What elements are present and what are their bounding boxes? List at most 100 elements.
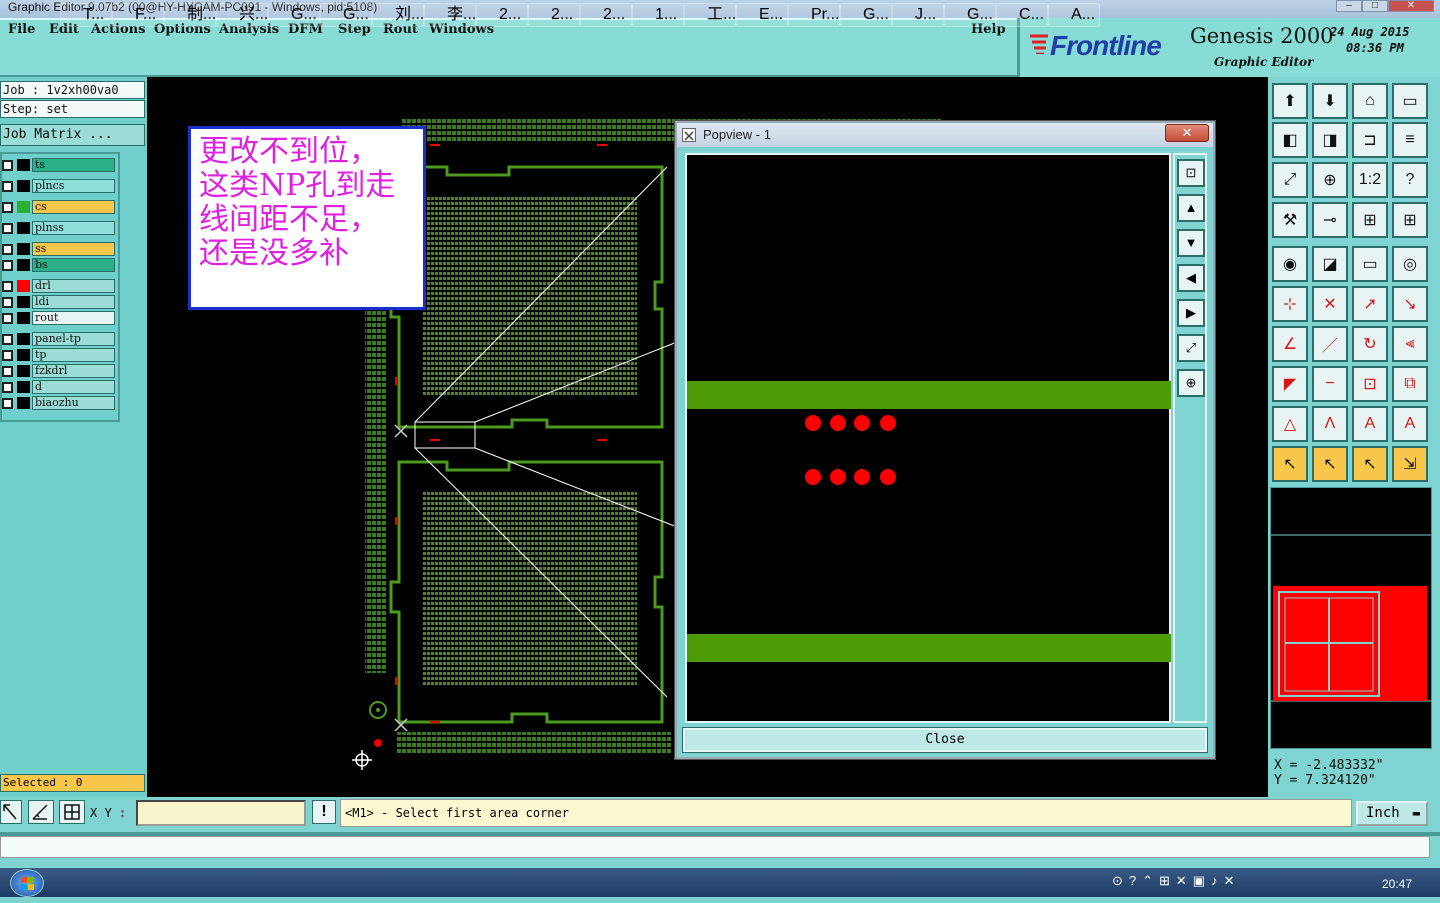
units-selector[interactable]: Inch ▬ [1356, 801, 1428, 826]
add-pad-icon[interactable]: ⊹ [1272, 286, 1308, 322]
segment-icon[interactable]: − [1312, 366, 1348, 402]
layer-checkbox[interactable] [2, 334, 13, 345]
taskbar-item[interactable]: 制... [164, 3, 216, 27]
layer-checkbox[interactable] [2, 313, 13, 324]
draw-line-icon[interactable]: ／ [1312, 326, 1348, 362]
select-area-icon[interactable]: ◪ [1312, 246, 1348, 282]
layer-row-fzkdrl[interactable]: fzkdrl [0, 363, 118, 378]
taskbar-item[interactable]: E... [736, 3, 788, 27]
layer-row-ldi[interactable]: ldi [0, 294, 118, 309]
polygon-icon[interactable]: ◤ [1272, 366, 1308, 402]
home-icon[interactable]: ⌂ [1352, 83, 1388, 119]
netlist-alt-icon[interactable]: ⊞ [1392, 202, 1428, 238]
taskbar-item[interactable]: 1... [632, 3, 684, 27]
pan-left-icon[interactable]: ◧ [1272, 122, 1308, 158]
taskbar-item[interactable]: 2... [476, 3, 528, 27]
layer-row-tp[interactable]: tp [0, 347, 118, 362]
pointer-circle-icon[interactable]: ↖ [1352, 446, 1388, 482]
pop-center-icon[interactable]: ⊕ [1177, 369, 1205, 397]
layer-row-cs[interactable]: cs [0, 199, 118, 214]
layer-checkbox[interactable] [2, 223, 13, 234]
layer-checkbox[interactable] [2, 398, 13, 409]
select-mode-icon[interactable] [0, 800, 22, 824]
pad-icon[interactable]: ◎ [1392, 246, 1428, 282]
full-view-icon[interactable]: ⤢ [1272, 162, 1308, 198]
pointer-icon[interactable]: ↖ [1272, 446, 1308, 482]
taskbar-item[interactable]: 2... [528, 3, 580, 27]
triangle-icon[interactable]: △ [1272, 406, 1308, 442]
pop-fit-icon[interactable]: ⤢ [1177, 334, 1205, 362]
popview-canvas[interactable] [685, 153, 1171, 723]
layer-checkbox[interactable] [2, 244, 13, 255]
layer-row-biaozhu[interactable]: biaozhu [0, 395, 118, 410]
job-matrix-button[interactable]: Job Matrix ... [0, 124, 145, 146]
menu-file[interactable]: File [8, 22, 35, 37]
taskbar-item[interactable]: 刘... [372, 3, 424, 27]
system-tray-icons[interactable]: ⊙?⌃⊞✕▣♪✕ [1112, 873, 1382, 893]
close-window-button[interactable]: ✕ [1388, 0, 1434, 12]
layer-row-panel-tp[interactable]: panel-tp [0, 331, 118, 346]
pop-pan-left-icon[interactable]: ◀ [1177, 264, 1205, 292]
layer-row-ss[interactable]: ss [0, 241, 118, 256]
snap-center-icon[interactable]: ◉ [1272, 246, 1308, 282]
measure-icon[interactable] [28, 800, 54, 824]
window-icon[interactable]: ▭ [1392, 83, 1428, 119]
taskbar-item[interactable]: C... [996, 3, 1048, 27]
pop-zoom-out-icon[interactable]: ▲ [1177, 194, 1205, 222]
taskbar-item[interactable]: J... [892, 3, 944, 27]
center-view-icon[interactable]: ⊕ [1312, 162, 1348, 198]
layers-view-icon[interactable]: ≡ [1392, 122, 1428, 158]
layer-row-rout[interactable]: rout [0, 310, 118, 325]
maximize-button[interactable]: □ [1362, 0, 1388, 12]
transform-icon[interactable]: ⊡ [1352, 366, 1388, 402]
angle-a-icon[interactable]: Λ [1312, 406, 1348, 442]
xy-input[interactable] [136, 800, 306, 826]
arc-icon[interactable]: ↻ [1352, 326, 1388, 362]
pop-pan-right-icon[interactable]: ▶ [1177, 299, 1205, 327]
layer-checkbox[interactable] [2, 202, 13, 213]
taskbar-item[interactable]: Pr... [788, 3, 840, 27]
zoom-out-icon[interactable]: ⬇ [1312, 83, 1348, 119]
taskbar-item[interactable]: 李... [424, 3, 476, 27]
popview-close-icon[interactable]: ✕ [1165, 124, 1209, 142]
pointer-route-icon[interactable]: ⇲ [1392, 446, 1428, 482]
taskbar-item[interactable]: G... [944, 3, 996, 27]
layer-checkbox[interactable] [2, 382, 13, 393]
angle-b-icon[interactable]: A [1352, 406, 1388, 442]
layer-checkbox[interactable] [2, 350, 13, 361]
tool-settings-icon[interactable]: ⚒ [1272, 202, 1308, 238]
snap-grid-icon[interactable] [59, 800, 85, 824]
taskbar-item[interactable]: G... [268, 3, 320, 27]
copy-feature-icon[interactable]: ⫷ [1392, 326, 1428, 362]
pop-zoom-in-icon[interactable]: ⊡ [1177, 159, 1205, 187]
angle-c-icon[interactable]: A [1392, 406, 1428, 442]
layer-row-bs[interactable]: bs [0, 257, 118, 272]
taskbar-item[interactable]: A... [1048, 3, 1100, 27]
layer-checkbox[interactable] [2, 260, 13, 271]
layer-row-plnss[interactable]: plnss [0, 220, 118, 235]
scale-icon[interactable]: 1:2 [1352, 162, 1388, 198]
layer-checkbox[interactable] [2, 281, 13, 292]
taskbar-item[interactable]: 兴... [216, 3, 268, 27]
popview-close-button[interactable]: Close [682, 727, 1208, 753]
fit-profile-icon[interactable]: ⊐ [1352, 122, 1388, 158]
overview-map[interactable] [1270, 487, 1432, 749]
move-icon[interactable]: ↗ [1352, 286, 1388, 322]
layer-row-ts[interactable]: ts [0, 157, 118, 172]
connect-icon[interactable]: ⊸ [1312, 202, 1348, 238]
layer-row-drl[interactable]: drl [0, 278, 118, 293]
line-icon[interactable]: ∠ [1272, 326, 1308, 362]
delete-icon[interactable]: ✕ [1312, 286, 1348, 322]
pointer-box-icon[interactable]: ↖ [1312, 446, 1348, 482]
taskbar-item[interactable]: T... [60, 3, 112, 27]
layer-row-d[interactable]: d [0, 379, 118, 394]
pan-right-icon[interactable]: ◨ [1312, 122, 1348, 158]
taskbar-item[interactable]: F... [112, 3, 164, 27]
group-icon[interactable]: ⧉ [1392, 366, 1428, 402]
minimize-button[interactable]: – [1336, 0, 1362, 12]
taskbar-item[interactable]: 2... [580, 3, 632, 27]
layer-checkbox[interactable] [2, 366, 13, 377]
taskbar-item[interactable]: G... [840, 3, 892, 27]
layer-row-plncs[interactable]: plncs [0, 178, 118, 193]
ruler-icon[interactable]: ▭ [1352, 246, 1388, 282]
